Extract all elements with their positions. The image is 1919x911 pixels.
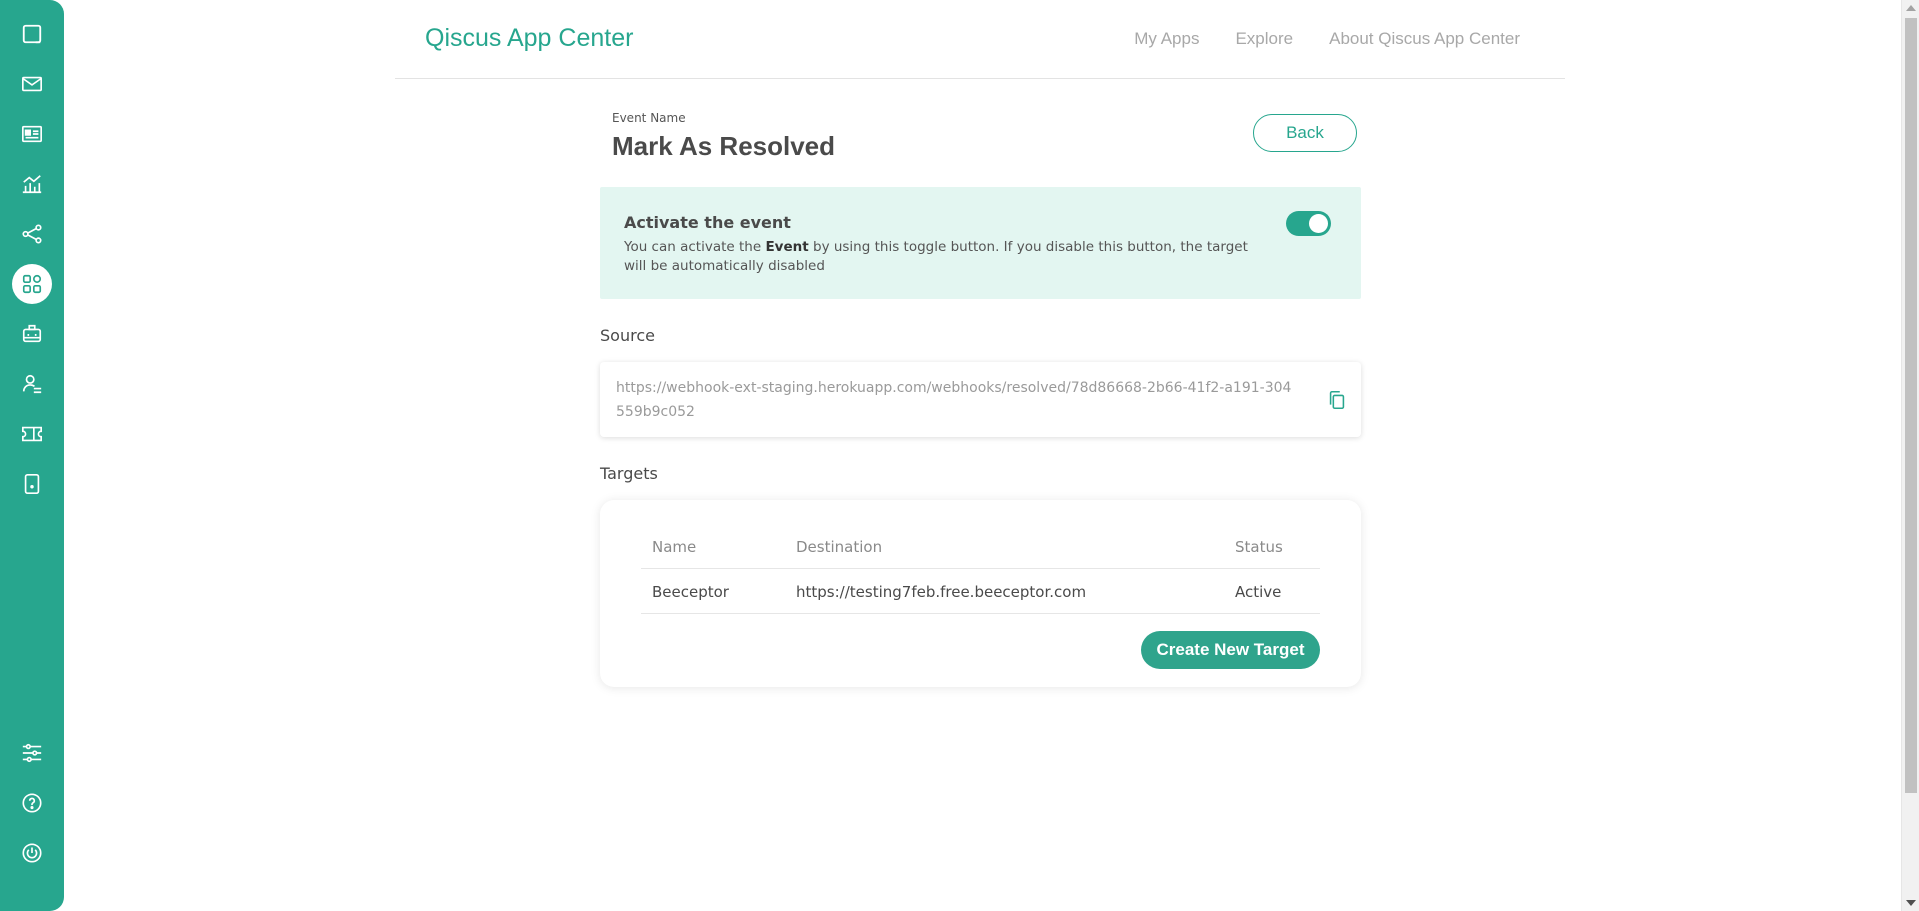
activate-desc-prefix: You can activate the <box>624 239 766 255</box>
top-header: Qiscus App Center My Apps Explore About … <box>395 0 1565 79</box>
targets-card: Name Destination Status Beeceptor https:… <box>600 500 1361 687</box>
ticket-icon[interactable] <box>15 417 49 451</box>
app-center-icon[interactable] <box>12 264 52 304</box>
activate-toggle[interactable] <box>1286 211 1331 236</box>
source-card: https://webhook-ext-staging.herokuapp.co… <box>600 362 1361 437</box>
bot-icon[interactable] <box>15 317 49 351</box>
activate-desc-bold: Event <box>765 239 809 255</box>
targets-label: Targets <box>600 464 658 483</box>
toggle-knob <box>1309 214 1328 233</box>
source-url: https://webhook-ext-staging.herokuapp.co… <box>616 380 1292 420</box>
create-new-target-button[interactable]: Create New Target <box>1141 631 1320 669</box>
nav-my-apps[interactable]: My Apps <box>1134 29 1199 49</box>
integration-icon[interactable] <box>15 217 49 251</box>
mail-icon[interactable] <box>15 67 49 101</box>
settings-sliders-icon[interactable] <box>15 736 49 770</box>
nav-about[interactable]: About Qiscus App Center <box>1329 29 1520 49</box>
mobile-icon[interactable] <box>15 467 49 501</box>
analytics-icon[interactable] <box>15 167 49 201</box>
vertical-scrollbar[interactable] <box>1901 0 1919 911</box>
col-name: Name <box>652 538 697 556</box>
agent-icon[interactable] <box>15 367 49 401</box>
help-icon[interactable] <box>15 786 49 820</box>
activate-event-card: Activate the event You can activate the … <box>600 187 1361 299</box>
event-name: Mark As Resolved <box>612 131 836 161</box>
scroll-down-icon[interactable] <box>1906 900 1916 906</box>
top-nav: My Apps Explore About Qiscus App Center <box>1134 29 1520 49</box>
app-title[interactable]: Qiscus App Center <box>425 24 633 53</box>
target-destination: https://testing7feb.free.beeceptor.com <box>796 583 1087 601</box>
scroll-up-icon[interactable] <box>1906 5 1916 11</box>
col-destination: Destination <box>796 538 883 556</box>
activate-title: Activate the event <box>624 213 791 232</box>
copy-icon[interactable] <box>1326 389 1348 411</box>
source-label: Source <box>600 326 655 345</box>
table-header: Name Destination Status <box>641 524 1320 569</box>
event-name-label: Event Name <box>612 111 686 125</box>
sidebar <box>0 0 64 911</box>
chat-icon[interactable] <box>15 17 49 51</box>
table-row[interactable]: Beeceptor https://testing7feb.free.beece… <box>641 569 1320 614</box>
target-name: Beeceptor <box>652 583 729 601</box>
back-button[interactable]: Back <box>1253 114 1357 152</box>
activate-description: You can activate the Event by using this… <box>624 238 1274 276</box>
contact-card-icon[interactable] <box>15 117 49 151</box>
target-status: Active <box>1235 583 1282 601</box>
col-status: Status <box>1235 538 1283 556</box>
scroll-thumb[interactable] <box>1905 18 1917 793</box>
nav-explore[interactable]: Explore <box>1235 29 1293 49</box>
power-icon[interactable] <box>15 836 49 870</box>
